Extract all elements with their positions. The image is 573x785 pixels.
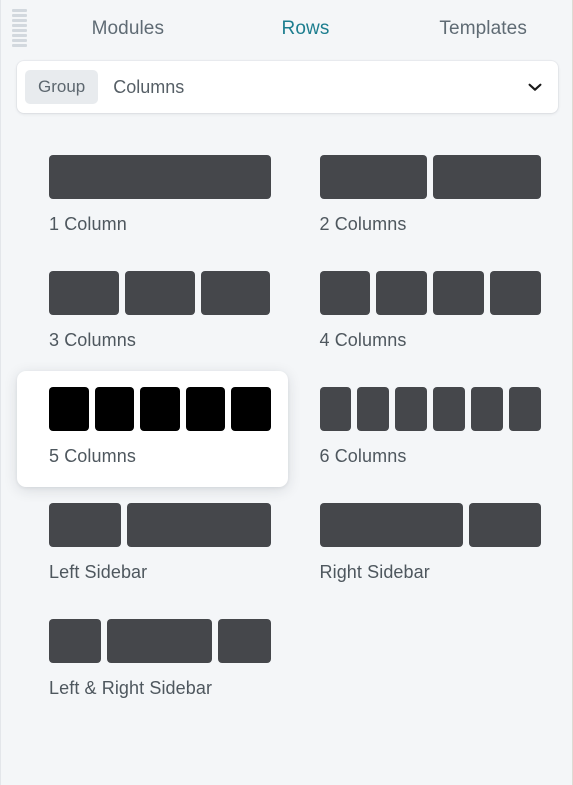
layout-preview — [319, 155, 541, 199]
layout-preview-block — [140, 387, 180, 431]
grip-line — [12, 19, 27, 22]
layout-preview-block — [185, 387, 225, 431]
layout-preview-block — [49, 503, 121, 547]
grip-line — [12, 39, 27, 42]
grip-line — [12, 14, 27, 17]
chevron-down-icon[interactable] — [526, 78, 544, 96]
layout-option-label: Left & Right Sidebar — [49, 678, 213, 698]
tab-modules[interactable]: Modules — [39, 18, 217, 40]
layout-preview — [319, 503, 541, 547]
group-filter-dropdown[interactable]: Group Columns — [17, 61, 558, 113]
layout-option-right-sidebar[interactable]: Right Sidebar — [288, 487, 559, 603]
layout-preview-block — [376, 271, 428, 315]
layout-option-left-and-right-sidebar[interactable]: Left & Right Sidebar — [17, 603, 288, 719]
layout-preview-block — [49, 155, 271, 199]
layout-option-left-sidebar[interactable]: Left Sidebar — [17, 487, 288, 603]
layout-option-label: 1 Column — [49, 214, 127, 234]
layout-option-1-column[interactable]: 1 Column — [17, 139, 288, 255]
layout-option-label: 6 Columns — [319, 446, 407, 466]
layout-preview — [49, 387, 271, 431]
layout-preview — [319, 387, 542, 431]
layout-option-label: 5 Columns — [49, 446, 136, 466]
rows-panel: Modules Rows Templates Group Columns 1 Col… — [0, 0, 573, 785]
layout-preview-block — [357, 387, 390, 431]
layout-option-3-columns[interactable]: 3 Columns — [17, 255, 288, 371]
grip-line — [12, 34, 27, 37]
drag-grip-icon[interactable] — [12, 9, 27, 47]
layout-preview-block — [200, 271, 271, 315]
layout-preview — [49, 619, 271, 663]
layout-preview — [319, 271, 541, 315]
layout-preview — [49, 155, 271, 199]
layout-preview-block — [49, 271, 119, 315]
layout-preview-block — [319, 155, 428, 199]
layout-preview-block — [433, 387, 466, 431]
layout-preview-block — [490, 271, 541, 315]
panel-tabs: Modules Rows Templates — [1, 18, 572, 40]
layout-preview-block — [218, 619, 271, 663]
layout-preview-block — [433, 271, 485, 315]
group-filter-value: Columns — [113, 76, 185, 97]
layout-option-label: Left Sidebar — [49, 562, 148, 582]
grip-line — [12, 44, 27, 47]
layout-preview-block — [471, 387, 504, 431]
layout-preview — [49, 271, 271, 315]
layout-option-label: 3 Columns — [49, 330, 136, 350]
layout-preview-block — [433, 155, 541, 199]
layout-preview-block — [107, 619, 213, 663]
row-layout-grid: 1 Column 2 Columns 3 Columns 4 Columns 5 Col… — [1, 139, 572, 719]
layout-preview-block — [319, 271, 371, 315]
layout-option-6-columns[interactable]: 6 Columns — [288, 371, 559, 487]
layout-option-label: 2 Columns — [319, 214, 407, 234]
grip-line — [12, 24, 27, 27]
layout-preview-block — [469, 503, 541, 547]
layout-preview-block — [231, 387, 271, 431]
layout-preview-block — [509, 387, 542, 431]
layout-option-label: Right Sidebar — [319, 562, 430, 582]
layout-preview-block — [319, 387, 352, 431]
tab-rows[interactable]: Rows — [217, 18, 395, 40]
layout-option-2-columns[interactable]: 2 Columns — [288, 139, 559, 255]
panel-header: Modules Rows Templates — [1, 0, 572, 57]
layout-preview-block — [124, 271, 195, 315]
layout-option-5-columns[interactable]: 5 Columns — [17, 371, 288, 487]
layout-preview-block — [49, 387, 89, 431]
layout-preview-block — [395, 387, 428, 431]
grip-line — [12, 29, 27, 32]
layout-option-4-columns[interactable]: 4 Columns — [288, 255, 559, 371]
grip-line — [12, 9, 27, 12]
layout-preview-block — [126, 503, 271, 547]
tab-templates[interactable]: Templates — [394, 18, 572, 40]
layout-preview — [49, 503, 271, 547]
layout-preview-block — [319, 503, 464, 547]
group-badge: Group — [25, 70, 99, 104]
layout-preview-block — [94, 387, 134, 431]
layout-preview-block — [49, 619, 102, 663]
layout-option-label: 4 Columns — [319, 330, 407, 350]
